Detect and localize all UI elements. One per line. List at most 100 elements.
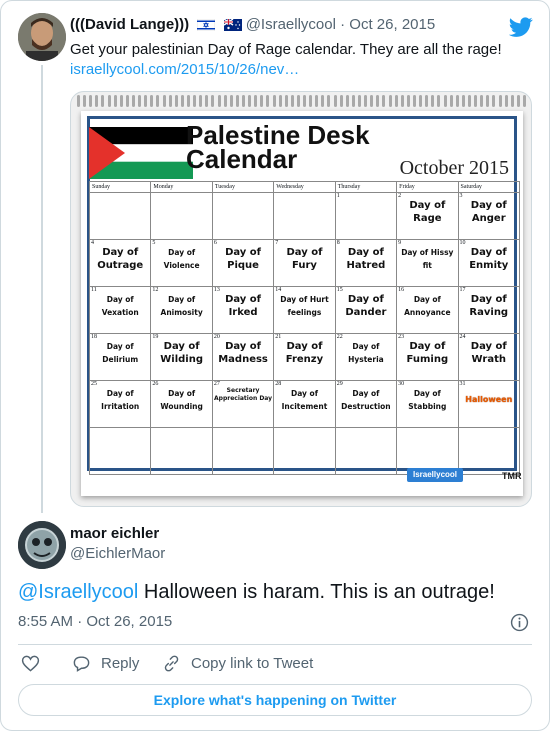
calendar-week-row: 4 Day of Outrage 5 Day of Violence 6 Day of P…: [88, 239, 521, 287]
reply-button[interactable]: Reply: [72, 653, 139, 673]
calendar-day-cell: 21 Day of Frenzy: [273, 333, 336, 381]
weekday-header: Tuesday: [211, 181, 275, 193]
copy-link-label: Copy link to Tweet: [191, 654, 314, 672]
author-handle[interactable]: @Israellycool: [246, 16, 336, 33]
reply-tweet-body: Halloween is haram. This is an outrage!: [138, 581, 495, 603]
copy-link-button[interactable]: Copy link to Tweet: [162, 653, 313, 673]
weekday-header: Monday: [150, 181, 213, 193]
calendar-day-cell: 26 Day of Wounding: [150, 380, 213, 428]
calendar-month: October 2015: [399, 157, 509, 179]
calendar-day-cell: [273, 427, 336, 475]
day-event-label: Day of Delirium: [102, 342, 139, 364]
calendar-credit: TMR: [502, 471, 522, 481]
calendar-day-cell: 4 Day of Outrage: [88, 239, 152, 287]
reply-author-name[interactable]: maor eichler: [70, 525, 159, 542]
calendar-week-row: 1 2 Day of Rage 3 Day of Anger: [88, 192, 521, 240]
weekday-header: Friday: [396, 181, 459, 193]
calendar-day-cell: 20 Day of Madness: [211, 333, 275, 381]
calendar-day-cell: 7 Day of Fury: [273, 239, 336, 287]
calendar-title: Palestine Desk Calendar: [186, 122, 370, 174]
day-event-label: Day of Stabbing: [408, 389, 447, 411]
like-button[interactable]: [21, 653, 50, 673]
calendar-page: Palestine Desk Calendar October 2015 Sun…: [81, 111, 523, 496]
day-number: [91, 429, 149, 435]
day-event-label: Day of Outrage: [97, 247, 144, 271]
calendar-day-cell: 13 Day of Irked: [211, 286, 275, 334]
parent-tweet-text: Get your palestinian Day of Rage calenda…: [70, 40, 520, 80]
day-event-label: Day of Fuming: [406, 341, 449, 365]
explore-twitter-button[interactable]: Explore what's happening on Twitter: [18, 684, 532, 716]
mention-link[interactable]: @Israellycool: [18, 581, 138, 603]
day-event-label: Day of Enmity: [469, 247, 509, 271]
day-event-label: Day of Rage: [409, 200, 446, 224]
day-event-label: Day of Wilding: [160, 341, 203, 365]
day-number: [152, 429, 210, 435]
calendar-day-cell: 15 Day of Dander: [334, 286, 398, 334]
article-link[interactable]: israellycool.com/2015/10/26/nev…: [70, 61, 299, 78]
calendar-day-cell: 3 Day of Anger: [457, 192, 521, 240]
calendar-week-row: 25 Day of Irritation 26 Day of Wounding 27 Se…: [88, 380, 521, 428]
weekday-header: Wednesday: [273, 181, 336, 193]
reply-author-handle[interactable]: @EichlerMaor: [70, 545, 165, 562]
day-event-label: Day of Animosity: [160, 295, 203, 317]
twitter-bird-icon[interactable]: [509, 15, 533, 39]
day-event-label: Day of Fury: [286, 247, 323, 271]
link-icon: [164, 655, 179, 671]
day-event-label: Secretary Appreciation Day: [214, 387, 273, 402]
day-number: [214, 194, 272, 200]
day-event-label: Day of Hatred: [346, 247, 386, 271]
heart-icon: [21, 655, 40, 672]
day-number: [398, 429, 456, 435]
day-event-label: Day of Hysteria: [348, 342, 384, 364]
calendar-title-line2: Calendar: [186, 144, 298, 174]
info-icon[interactable]: [510, 613, 529, 632]
day-number: [214, 429, 272, 435]
calendar-day-cell: 12 Day of Animosity: [150, 286, 213, 334]
calendar-day-cell: [211, 427, 275, 475]
tweet-date[interactable]: Oct 26, 2015: [349, 16, 435, 33]
day-event-label: Day of Hurt feelings: [280, 295, 329, 317]
palestine-flag-icon: [89, 127, 193, 179]
weekday-header: Sunday: [88, 181, 152, 193]
calendar-day-cell: 19 Day of Wilding: [150, 333, 213, 381]
calendar-grid: Sunday Monday Tuesday Wednesday Thursday Frid…: [88, 181, 521, 475]
reply-timestamp[interactable]: 8:55 AM · Oct 26, 2015: [18, 613, 172, 630]
day-event-label: Day of Frenzy: [285, 341, 324, 365]
day-number: [460, 429, 518, 435]
day-number: [337, 429, 395, 435]
author-name[interactable]: (((David Lange))): [70, 16, 189, 33]
day-event-label: Day of Violence: [163, 248, 200, 270]
day-event-label: Day of Irritation: [101, 389, 140, 411]
calendar-day-cell: [88, 427, 152, 475]
day-event-label: Day of Wrath: [470, 341, 507, 365]
calendar-day-cell: 29 Day of Destruction: [334, 380, 398, 428]
calendar-image[interactable]: Palestine Desk Calendar October 2015 Sun…: [70, 91, 532, 507]
day-event-label: Day of Anger: [470, 200, 507, 224]
thread-line: [41, 65, 43, 513]
australia-flag-icon: [223, 18, 242, 35]
israel-flag-icon: [197, 18, 216, 35]
calendar-day-cell: 30 Day of Stabbing: [396, 380, 459, 428]
calendar-day-cell: 24 Day of Wrath: [457, 333, 521, 381]
avatar-photo-icon: [18, 13, 66, 61]
reply-icon: [73, 655, 90, 672]
calendar-day-cell: 31 Halloween: [457, 380, 521, 428]
day-number: 31: [459, 381, 466, 388]
day-event-label: Day of Annoyance: [404, 295, 451, 317]
reply-author-avatar[interactable]: [18, 521, 66, 569]
calendar-day-cell: 9 Day of Hissy fit: [396, 239, 459, 287]
calendar-day-cell: [150, 192, 213, 240]
calendar-spiral-binding: [77, 92, 527, 110]
calendar-day-cell: [334, 427, 398, 475]
calendar-day-cell: 28 Day of Incitement: [273, 380, 336, 428]
day-event-label: Day of Wounding: [160, 389, 203, 411]
day-event-label: Day of Raving: [469, 294, 509, 318]
day-number: 1: [336, 193, 340, 200]
calendar-day-cell: 11 Day of Vexation: [88, 286, 152, 334]
calendar-day-cell: [88, 192, 152, 240]
calendar-day-cell: 1: [334, 192, 398, 240]
calendar-week-row: 11 Day of Vexation 12 Day of Animosity 13 Day…: [88, 286, 521, 334]
avatar-photo-icon: [18, 521, 66, 569]
reply-tweet-text: @Israellycool Halloween is haram. This i…: [18, 579, 495, 605]
author-avatar[interactable]: [18, 13, 66, 61]
